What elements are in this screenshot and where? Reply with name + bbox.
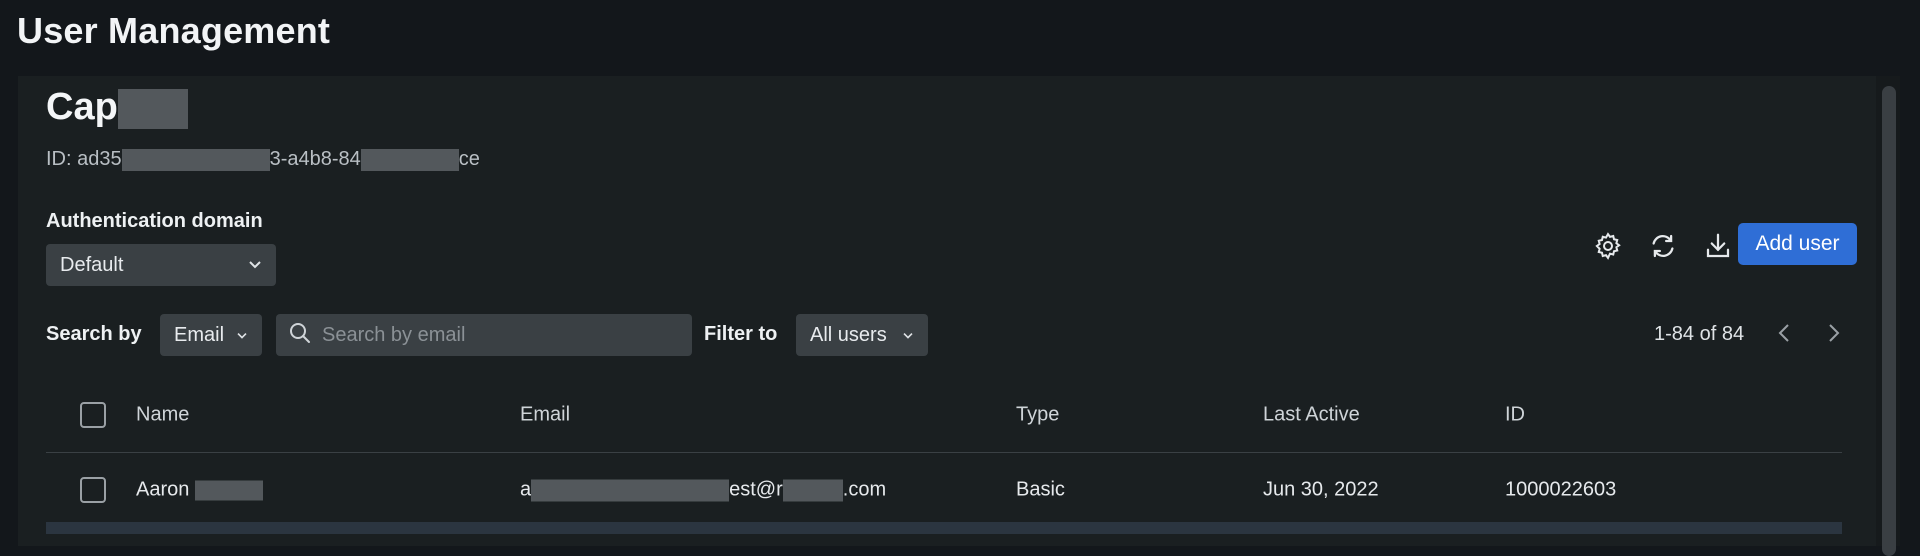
table-row[interactable]: Aaron a est@r .com Basic Jun 30, 2022 1000… <box>46 453 1842 527</box>
auth-domain-select[interactable]: Default <box>46 244 276 286</box>
table-row[interactable] <box>46 522 1842 534</box>
redacted-block <box>117 88 188 129</box>
search-by-label: Search by <box>46 323 142 345</box>
scrollbar-thumb[interactable] <box>1882 86 1896 556</box>
column-header-last-active[interactable]: Last Active <box>1263 404 1360 427</box>
redacted-block <box>782 479 843 502</box>
column-header-email[interactable]: Email <box>520 404 570 427</box>
org-name-text: Cap <box>46 86 118 128</box>
org-id: ID: ad35 3-a4b8-84 ce <box>46 148 480 171</box>
user-id: 1000022603 <box>1505 478 1617 501</box>
filter-value: All users <box>810 323 887 346</box>
redacted-block <box>360 148 459 171</box>
chevron-right-icon[interactable] <box>1820 319 1848 347</box>
search-field-value: Email <box>174 323 225 346</box>
search-icon <box>288 321 312 350</box>
redacted-block <box>194 480 263 501</box>
chevron-left-icon[interactable] <box>1770 319 1798 347</box>
user-last-active: Jun 30, 2022 <box>1263 478 1379 501</box>
chevron-down-icon <box>894 327 914 343</box>
user-type: Basic <box>1016 478 1065 501</box>
user-name-text: Aaron <box>136 478 190 501</box>
chevron-down-icon <box>228 327 248 343</box>
user-email-part: a <box>520 478 532 501</box>
org-id-part: ID: ad35 <box>46 148 122 170</box>
column-header-id[interactable]: ID <box>1505 404 1525 427</box>
user-name: Aaron <box>136 479 263 502</box>
column-header-type[interactable]: Type <box>1016 404 1059 427</box>
gear-icon[interactable] <box>1590 228 1626 264</box>
filter-select[interactable]: All users <box>796 314 928 356</box>
select-all-checkbox[interactable] <box>80 402 106 428</box>
user-email: a est@r .com <box>520 479 886 502</box>
table-header: Name Email Type Last Active ID <box>46 378 1842 453</box>
page-title: User Management <box>17 10 331 51</box>
auth-domain-value: Default <box>60 253 124 276</box>
refresh-icon[interactable] <box>1645 228 1681 264</box>
add-user-button[interactable]: Add user <box>1738 223 1857 265</box>
chevron-down-icon <box>240 257 262 273</box>
redacted-block <box>531 479 730 502</box>
row-checkbox[interactable] <box>80 477 106 503</box>
user-email-part: est@r <box>729 478 783 501</box>
filter-label: Filter to <box>704 323 778 345</box>
search-box[interactable] <box>276 314 692 356</box>
pagination-range: 1-84 of 84 <box>1654 323 1745 345</box>
auth-domain-label: Authentication domain <box>46 210 263 232</box>
users-table: Name Email Type Last Active ID Aaron a es… <box>46 378 1842 527</box>
org-id-part: ce <box>458 148 480 170</box>
search-field-select[interactable]: Email <box>160 314 262 356</box>
user-email-part: .com <box>842 478 887 501</box>
scrollbar-track[interactable] <box>1876 76 1900 556</box>
org-id-part: 3-a4b8-84 <box>269 148 361 170</box>
search-input[interactable] <box>320 322 684 348</box>
column-header-name[interactable]: Name <box>136 404 189 427</box>
download-icon[interactable] <box>1700 228 1736 264</box>
redacted-block <box>121 148 270 171</box>
org-name: Cap <box>46 86 188 129</box>
